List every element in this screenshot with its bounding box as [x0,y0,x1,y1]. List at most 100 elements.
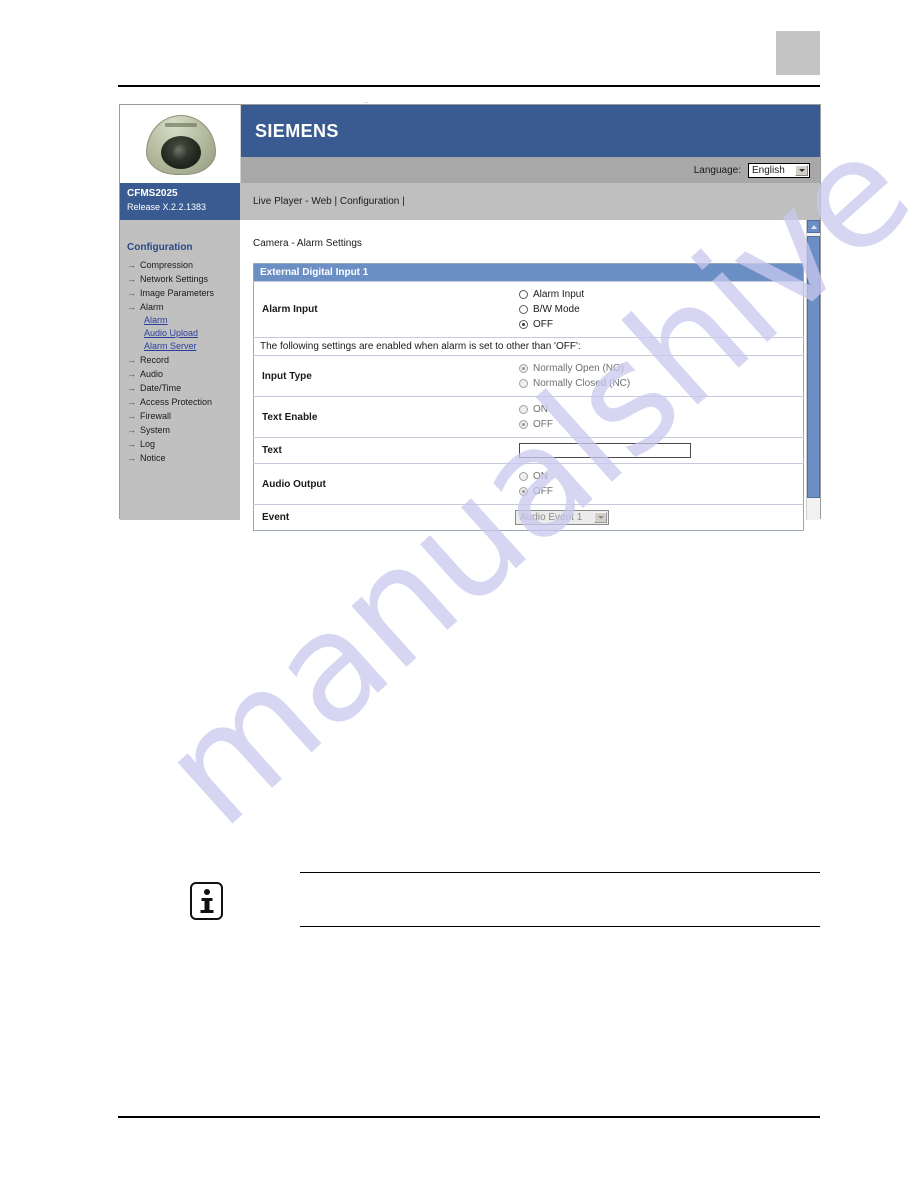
chevron-up-icon [810,224,817,229]
event-label: Event [253,504,462,531]
radio-icon[interactable] [519,290,528,299]
page-title: Camera - Alarm Settings [253,238,362,249]
radio-label: OFF [533,486,553,497]
sidebar-item-label: System [140,425,171,435]
sidebar-item-notice[interactable]: → Notice [127,451,240,465]
radio-alarm-input-alarm-input[interactable]: Alarm Input [519,287,803,302]
sidebar-item-image-parameters[interactable]: → Image Parameters [127,286,240,300]
row-audio-output: Audio Output ON OFF [253,463,804,505]
sidebar-item-label: Record [140,355,170,365]
page-rule-bottom [118,1116,820,1118]
radio-label: Alarm Input [533,289,585,300]
nav-links[interactable]: Live Player - Web | Configuration | [253,196,405,207]
arrow-right-icon: → [127,453,136,463]
sidebar-item-access-protection[interactable]: → Access Protection [127,395,240,409]
radio-icon[interactable] [519,487,528,496]
audio-output-label: Audio Output [253,463,462,505]
language-select-value: English [752,164,785,176]
text-value-cell [462,437,804,464]
sidebar-item-label: Compression [140,260,194,270]
sidebar-item-network-settings[interactable]: → Network Settings [127,272,240,286]
sidebar-item-firewall[interactable]: → Firewall [127,409,240,423]
radio-alarm-input-bw-mode[interactable]: B/W Mode [519,302,803,317]
radio-icon[interactable] [519,379,528,388]
body-row: Configuration → Compression → Network Se… [120,220,820,531]
arrow-right-icon: → [127,411,136,421]
section-header-row: External Digital Input 1 [253,263,804,282]
radio-icon[interactable] [519,420,528,429]
radio-icon[interactable] [519,320,528,329]
arrow-right-icon: → [127,425,136,435]
sidebar-item-log[interactable]: → Log [127,437,240,451]
arrow-right-icon: → [127,260,136,270]
radio-audio-output-on[interactable]: ON [519,469,803,484]
sidebar-item-system[interactable]: → System [127,423,240,437]
radio-label: Normally Closed (NC) [533,378,631,389]
event-select-value: Audio Event 1 [520,512,583,523]
brand-bar: SIEMENS [241,105,820,157]
arrow-right-icon: → [127,355,136,365]
text-label: Text [253,437,462,464]
radio-label: Normally Open (NO) [533,363,625,374]
radio-label: B/W Mode [533,304,580,315]
row-input-type: Input Type Normally Open (NO) Normally C… [253,355,804,397]
sidebar-subitem-alarm-server[interactable]: Alarm Server [144,340,240,353]
arrow-right-icon: → [127,302,136,312]
radio-icon[interactable] [519,405,528,414]
sidebar-subitem-alarm[interactable]: Alarm [144,314,240,327]
arrow-right-icon: → [127,383,136,393]
radio-label: OFF [533,419,553,430]
row-alarm-input: Alarm Input Alarm Input B/W Mode OFF [253,281,804,338]
camera-brand-strip [165,123,197,127]
alarm-input-options: Alarm Input B/W Mode OFF [462,281,804,338]
camera-lens-icon [173,145,189,161]
camera-dome-icon [146,115,216,175]
radio-icon[interactable] [519,305,528,314]
sidebar-item-label: Notice [140,453,166,463]
device-release: Release X.2.2.1383 [127,202,207,212]
camera-dome-inner [161,136,201,169]
sidebar-item-label: Log [140,439,156,449]
radio-input-type-no[interactable]: Normally Open (NO) [519,361,803,376]
row-event: Event Audio Event 1 [253,504,804,531]
radio-text-enable-on[interactable]: ON [519,402,803,417]
radio-icon[interactable] [519,472,528,481]
radio-audio-output-off[interactable]: OFF [519,484,803,499]
info-note-frame [300,872,820,927]
radio-text-enable-off[interactable]: OFF [519,417,803,432]
arrow-right-icon: → [127,274,136,284]
scroll-up-button[interactable] [807,220,820,233]
info-icon [190,882,223,920]
sidebar-subitem-audio-upload[interactable]: Audio Upload [144,327,240,340]
content-scrollbar[interactable] [806,220,820,520]
sidebar-item-compression[interactable]: → Compression [127,258,240,272]
event-select[interactable]: Audio Event 1 [515,510,609,525]
sidebar-item-label: Alarm [140,302,164,312]
sidebar-item-record[interactable]: → Record [127,353,240,367]
sidebar-item-alarm[interactable]: → Alarm [127,300,240,314]
sidebar-item-date-time[interactable]: → Date/Time [127,381,240,395]
sidebar-item-audio[interactable]: → Audio [127,367,240,381]
row-text-enable: Text Enable ON OFF [253,396,804,438]
device-info-block: CFMS2025 Release X.2.2.1383 [120,183,240,220]
chevron-down-icon[interactable] [795,164,808,176]
text-input[interactable] [519,443,691,458]
camera-product-photo-cell [120,105,241,180]
arrow-right-icon: → [127,288,136,298]
chevron-down-icon[interactable] [594,512,607,523]
language-select[interactable]: English [748,162,810,178]
brand-title: SIEMENS [255,120,339,141]
input-type-options: Normally Open (NO) Normally Closed (NC) [462,355,804,397]
radio-label: OFF [533,319,553,330]
device-model: CFMS2025 [127,188,178,199]
sidebar-heading: Configuration [127,242,193,253]
arrow-right-icon: → [127,397,136,407]
info-note-text [300,873,820,889]
scrollbar-thumb[interactable] [807,236,820,498]
radio-input-type-nc[interactable]: Normally Closed (NC) [519,376,803,391]
radio-icon[interactable] [519,364,528,373]
radio-alarm-input-off[interactable]: OFF [519,317,803,332]
configuration-sidebar: Configuration → Compression → Network Se… [120,220,240,520]
text-enable-label: Text Enable [253,396,462,438]
input-type-label: Input Type [253,355,462,397]
